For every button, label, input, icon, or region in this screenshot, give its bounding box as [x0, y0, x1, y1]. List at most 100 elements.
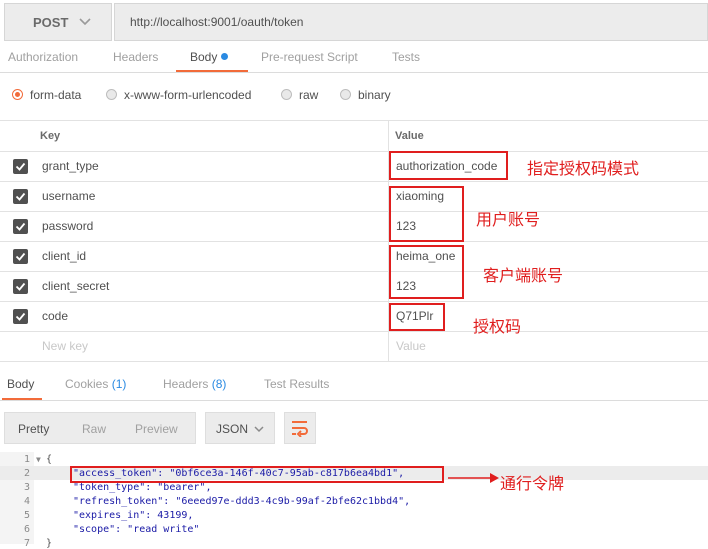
highlight-box	[389, 303, 445, 331]
request-tabs: Authorization Headers Body Pre-request S…	[0, 44, 708, 73]
radio-icon	[340, 89, 351, 100]
tab-cookies-label: Cookies	[65, 377, 109, 391]
new-key-input[interactable]: New key	[42, 339, 88, 353]
highlight-box	[389, 245, 464, 299]
param-key[interactable]: grant_type	[42, 159, 99, 173]
check-icon	[15, 282, 26, 291]
line-number: 1	[23, 454, 30, 465]
code-line: "token_type": "bearer",	[73, 482, 212, 493]
param-key[interactable]: password	[42, 219, 93, 233]
table-row: client_secret 123	[0, 271, 708, 302]
code-line: "scope": "read write"	[73, 524, 200, 535]
code-line: "refresh_token": "6eeed97e-ddd3-4c9b-99a…	[73, 496, 411, 507]
tab-cookies[interactable]: Cookies (1)	[65, 377, 126, 391]
line-number: 6	[23, 524, 30, 535]
line-number: 3	[23, 482, 30, 493]
radio-label: form-data	[30, 88, 82, 102]
code-line: "expires_in": 43199,	[73, 510, 194, 521]
tab-pre-request-script[interactable]: Pre-request Script	[261, 50, 358, 64]
active-tab-underline	[2, 398, 42, 400]
chevron-down-icon	[79, 18, 91, 26]
check-icon	[15, 222, 26, 231]
request-bar: POST http://localhost:9001/oauth/token	[0, 0, 708, 44]
line-number: 4	[23, 496, 30, 507]
checkbox[interactable]	[13, 159, 28, 174]
tab-authorization[interactable]: Authorization	[8, 50, 78, 64]
pretty-button[interactable]: Pretty	[18, 422, 49, 436]
tab-headers-label: Headers	[163, 377, 209, 391]
checkbox[interactable]	[13, 309, 28, 324]
tab-response-headers[interactable]: Headers (8)	[163, 377, 226, 391]
table-row: code Q71Plr	[0, 301, 708, 332]
url-input[interactable]: http://localhost:9001/oauth/token	[114, 3, 708, 41]
fold-arrow-icon[interactable]: ▼	[36, 455, 41, 464]
table-row: username xiaoming	[0, 181, 708, 212]
checkbox[interactable]	[13, 189, 28, 204]
column-divider	[388, 331, 389, 361]
radio-label: raw	[299, 88, 319, 102]
format-label: JSON	[216, 422, 249, 436]
table-header: Key Value	[0, 120, 708, 152]
param-key[interactable]: client_secret	[42, 279, 109, 293]
key-header: Key	[40, 130, 61, 142]
column-divider	[388, 121, 389, 151]
radio-x-www-form-urlencoded[interactable]: x-www-form-urlencoded	[106, 88, 251, 102]
method-select[interactable]: POST	[4, 3, 112, 41]
arrow-right-icon	[448, 473, 499, 483]
preview-button[interactable]: Preview	[135, 422, 178, 436]
highlight-box	[389, 186, 464, 242]
param-key[interactable]: code	[42, 309, 68, 323]
radio-binary[interactable]: binary	[340, 88, 391, 102]
param-key[interactable]: client_id	[42, 249, 86, 263]
highlight-box	[389, 151, 508, 180]
table-row-new: New key Value	[0, 331, 708, 362]
check-icon	[15, 192, 26, 201]
param-key[interactable]: username	[42, 189, 95, 203]
tab-test-results[interactable]: Test Results	[264, 377, 329, 391]
table-row: password 123	[0, 211, 708, 242]
radio-label: x-www-form-urlencoded	[124, 88, 252, 102]
code-line: {	[46, 454, 53, 465]
wrap-lines-button[interactable]	[284, 412, 316, 444]
modified-dot-icon	[221, 53, 229, 60]
annotation-user: 用户账号	[476, 210, 541, 229]
tab-body-label: Body	[190, 50, 218, 64]
annotation-code: 授权码	[473, 317, 522, 336]
tab-body[interactable]: Body	[190, 50, 229, 64]
tab-headers[interactable]: Headers	[113, 50, 158, 64]
value-header: Value	[395, 130, 424, 142]
check-icon	[15, 162, 26, 171]
radio-icon	[281, 89, 292, 100]
view-mode-group: Pretty Raw Preview	[4, 412, 196, 444]
annotation-client: 客户端账号	[483, 266, 564, 285]
cookies-count: (1)	[111, 377, 127, 391]
new-value-input[interactable]: Value	[396, 339, 426, 353]
line-number: 5	[23, 510, 30, 521]
annotation-token: 通行令牌	[500, 474, 565, 493]
checkbox[interactable]	[13, 279, 28, 294]
url-text: http://localhost:9001/oauth/token	[130, 15, 304, 29]
method-label: POST	[33, 15, 69, 30]
chevron-down-icon	[254, 426, 264, 433]
format-select[interactable]: JSON	[205, 412, 275, 444]
headers-count: (8)	[211, 377, 227, 391]
radio-icon	[106, 89, 117, 100]
checkbox[interactable]	[13, 249, 28, 264]
active-tab-underline	[176, 70, 248, 72]
radio-form-data[interactable]: form-data	[12, 88, 81, 102]
radio-label: binary	[358, 88, 391, 102]
check-icon	[15, 252, 26, 261]
highlight-box	[70, 466, 444, 483]
wrap-lines-icon	[292, 421, 308, 437]
response-tabs: Body Cookies (1) Headers (8) Test Result…	[0, 362, 708, 401]
checkbox[interactable]	[13, 219, 28, 234]
annotation-grant: 指定授权码模式	[527, 159, 640, 178]
check-icon	[15, 312, 26, 321]
line-number: 2	[23, 468, 30, 479]
tab-response-body[interactable]: Body	[7, 377, 34, 391]
radio-raw[interactable]: raw	[281, 88, 318, 102]
table-row: client_id heima_one	[0, 241, 708, 272]
radio-selected-icon	[12, 89, 23, 100]
raw-button[interactable]: Raw	[82, 422, 106, 436]
tab-tests[interactable]: Tests	[392, 50, 420, 64]
